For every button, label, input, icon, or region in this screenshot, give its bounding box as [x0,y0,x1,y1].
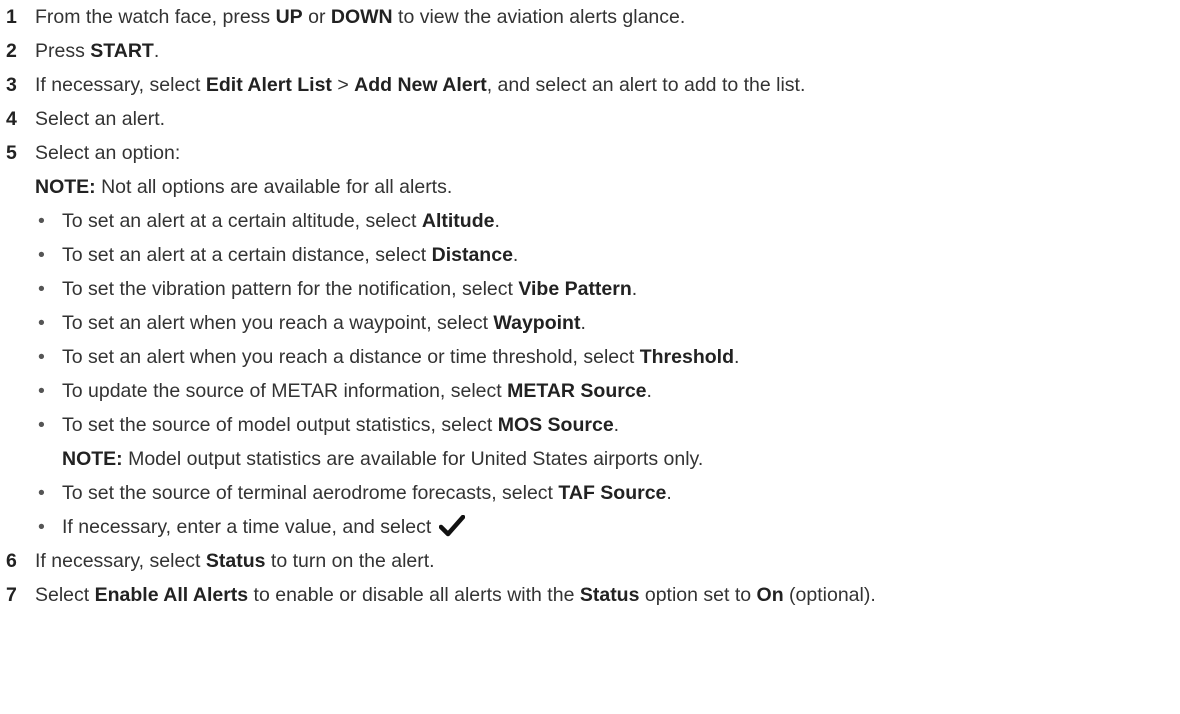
menu-item-metar-source: METAR Source [507,380,647,402]
note-label: NOTE: [35,176,96,198]
menu-item-status: Status [579,584,640,606]
button-name-start: START [90,40,154,62]
note-text: Model output statistics are available fo… [122,448,704,470]
menu-item-status: Status [205,550,266,572]
menu-item-threshold: Threshold [639,346,734,368]
note-label: NOTE: [62,448,123,470]
bullet-icon: • [38,482,45,504]
bullet-icon: • [38,210,45,232]
bullet-icon: • [38,346,45,368]
menu-item-altitude: Altitude [421,210,495,232]
step-text: Select Enable All Alerts to enable or di… [35,584,876,606]
menu-item-add-new-alert: Add New Alert [354,74,487,96]
instructions-document: 1 From the watch face, press UP or DOWN … [0,0,1180,714]
checkmark-icon [438,514,465,548]
note-text: Not all options are available for all al… [95,176,453,198]
step-text: If necessary, select Status to turn on t… [35,550,435,572]
menu-item-distance: Distance [431,244,513,266]
bullet-icon: • [38,278,45,300]
step-text: Select an alert. [35,108,166,130]
bullet-icon: • [38,244,45,266]
step-number: 1 [6,6,17,28]
step-number: 5 [6,142,17,164]
step-number: 2 [6,40,17,62]
step-text: If necessary, select Edit Alert List > A… [35,74,806,96]
step-text: Select an option: [35,142,181,164]
button-name-down: DOWN [330,6,393,28]
bullet-icon: • [38,380,45,402]
step-number: 3 [6,74,17,96]
menu-item-taf-source: TAF Source [558,482,667,504]
button-name-up: UP [275,6,303,28]
step-number: 4 [6,108,17,130]
menu-item-mos-source: MOS Source [497,414,614,436]
step-text: Press START. [35,40,160,62]
menu-item-waypoint: Waypoint [493,312,581,334]
option-value-on: On [756,584,784,606]
menu-item-edit-alert-list: Edit Alert List [205,74,332,96]
bullet-icon: • [38,414,45,436]
step-number: 6 [6,550,17,572]
bullet-icon: • [38,312,45,334]
bullet-icon: • [38,516,45,538]
menu-item-enable-all-alerts: Enable All Alerts [94,584,249,606]
menu-item-vibe-pattern: Vibe Pattern [518,278,632,300]
step-number: 7 [6,584,17,606]
step-text: From the watch face, press UP or DOWN to… [35,6,686,28]
